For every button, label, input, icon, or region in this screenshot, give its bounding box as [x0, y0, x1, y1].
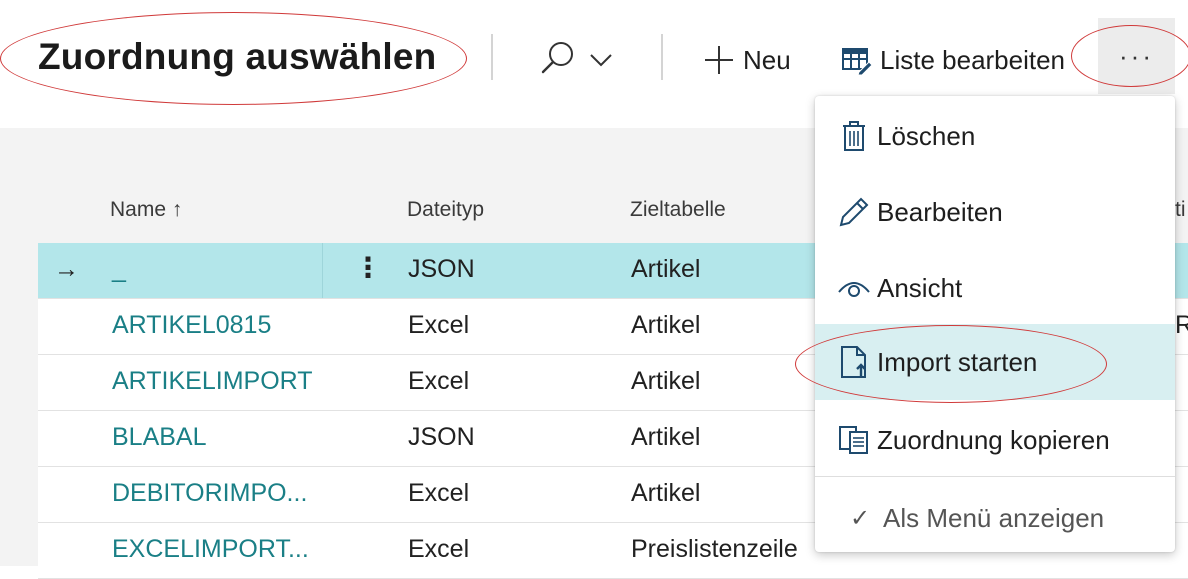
plus-icon [703, 44, 735, 76]
row-target: Artikel [631, 479, 701, 507]
row-filetype: JSON [408, 255, 475, 283]
file-upload-icon [837, 345, 871, 379]
menu-item-show-as-menu[interactable]: ✓ Als Menü anzeigen [815, 480, 1175, 556]
row-name[interactable]: ARTIKEL0815 [112, 311, 271, 340]
row-name[interactable]: BLABAL [112, 423, 207, 452]
toolbar-divider [491, 34, 493, 80]
row-filetype: Excel [408, 311, 470, 339]
menu-item-copy-mapping[interactable]: Zuordnung kopieren [815, 402, 1175, 478]
row-name[interactable]: EXCELIMPORT... [112, 535, 309, 564]
row-filetype: Excel [408, 535, 470, 563]
search-icon [541, 42, 573, 74]
pencil-icon [837, 195, 871, 229]
row-extra: RT [1175, 311, 1188, 339]
menu-item-label: Löschen [877, 120, 976, 151]
more-actions-menu: Löschen Bearbeiten Ansicht Import starte… [815, 96, 1175, 552]
menu-item-label: Ansicht [877, 272, 963, 303]
new-button[interactable]: Neu [703, 40, 791, 80]
menu-item-label: Bearbeiten [877, 196, 1003, 227]
edit-list-label: Liste bearbeiten [880, 44, 1066, 75]
row-target: Artikel [631, 423, 701, 451]
edit-list-button[interactable]: Liste bearbeiten [842, 40, 1065, 80]
row-name[interactable]: ARTIKELIMPORT [112, 367, 313, 396]
selected-row-arrow-icon: → [54, 255, 79, 283]
row-filetype: Excel [408, 367, 470, 395]
row-target: Artikel [631, 255, 701, 283]
row-name[interactable]: DEBITORIMPO... [112, 479, 307, 508]
toolbar-divider [661, 34, 663, 80]
column-header-filetype[interactable]: Dateityp [407, 198, 484, 222]
check-icon: ✓ [849, 504, 871, 532]
menu-item-label: Import starten [877, 346, 1038, 377]
copy-icon [837, 423, 871, 457]
eye-icon [837, 271, 871, 305]
row-filetype: Excel [408, 479, 470, 507]
search-button[interactable] [535, 38, 620, 80]
new-button-label: Neu [743, 44, 791, 75]
menu-item-view[interactable]: Ansicht [815, 250, 1175, 326]
menu-divider [815, 476, 1175, 477]
menu-item-label: Zuordnung kopieren [877, 424, 1110, 455]
menu-item-start-import[interactable]: Import starten [815, 324, 1175, 400]
row-actions-icon[interactable]: ⋮ [354, 251, 382, 284]
menu-item-delete[interactable]: Löschen [815, 98, 1175, 174]
edit-list-icon [842, 45, 872, 75]
more-actions-button[interactable]: ··· [1098, 18, 1175, 94]
menu-item-edit[interactable]: Bearbeiten [815, 174, 1175, 250]
menu-item-label: Als Menü anzeigen [883, 502, 1105, 533]
row-name[interactable]: _ [112, 255, 126, 284]
column-header-target[interactable]: Zieltabelle [630, 198, 726, 222]
row-target: Preislistenzeile [631, 535, 798, 563]
page-title: Zuordnung auswählen [38, 36, 437, 77]
column-header-partial[interactable]: ti [1175, 198, 1186, 222]
row-target: Artikel [631, 311, 701, 339]
chevron-down-icon [590, 54, 612, 67]
column-header-name[interactable]: Name ↑ [110, 198, 182, 222]
trash-icon [837, 119, 871, 153]
cell-divider [322, 243, 323, 298]
row-filetype: JSON [408, 423, 475, 451]
row-target: Artikel [631, 367, 701, 395]
